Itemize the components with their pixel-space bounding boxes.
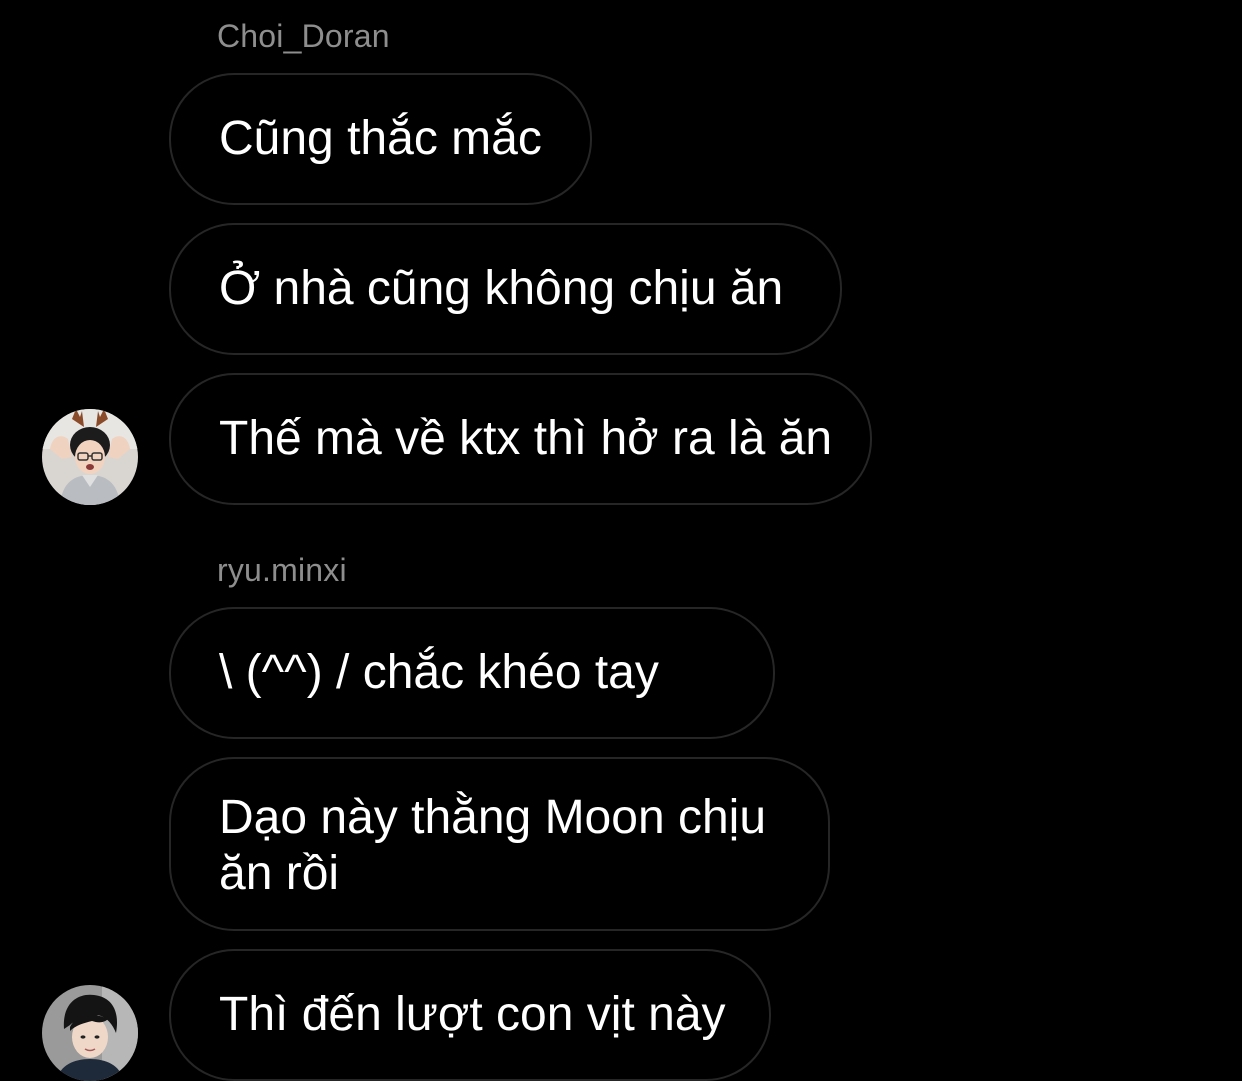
avatar-boy-antlers-icon	[42, 409, 138, 505]
avatar-dark-hair-icon	[42, 985, 138, 1081]
message-bubble[interactable]: \ (^^) / chắc khéo tay	[169, 607, 775, 739]
message-text: Dạo này thằng Moon chịu ăn rồi	[219, 791, 767, 900]
message-text: Thế mà về ktx thì hở ra là ăn	[219, 412, 833, 465]
message-text: Cũng thắc mắc	[219, 112, 542, 165]
message-bubble[interactable]: Thế mà về ktx thì hở ra là ăn	[169, 373, 872, 505]
sender-name: Choi_Doran	[217, 18, 390, 54]
message-bubble[interactable]: Ở nhà cũng không chịu ăn	[169, 223, 842, 355]
message-bubble[interactable]: Cũng thắc mắc	[169, 73, 592, 205]
message-bubble[interactable]: Dạo này thằng Moon chịu ăn rồi	[169, 757, 830, 931]
avatar[interactable]	[42, 985, 138, 1081]
message-bubble[interactable]: Thì đến lượt con vịt này	[169, 949, 771, 1081]
message-text: \ (^^) / chắc khéo tay	[219, 646, 659, 699]
message-text: Thì đến lượt con vịt này	[219, 988, 726, 1041]
sender-name: ryu.minxi	[217, 552, 347, 588]
avatar[interactable]	[42, 409, 138, 505]
message-text: Ở nhà cũng không chịu ăn	[219, 262, 784, 315]
